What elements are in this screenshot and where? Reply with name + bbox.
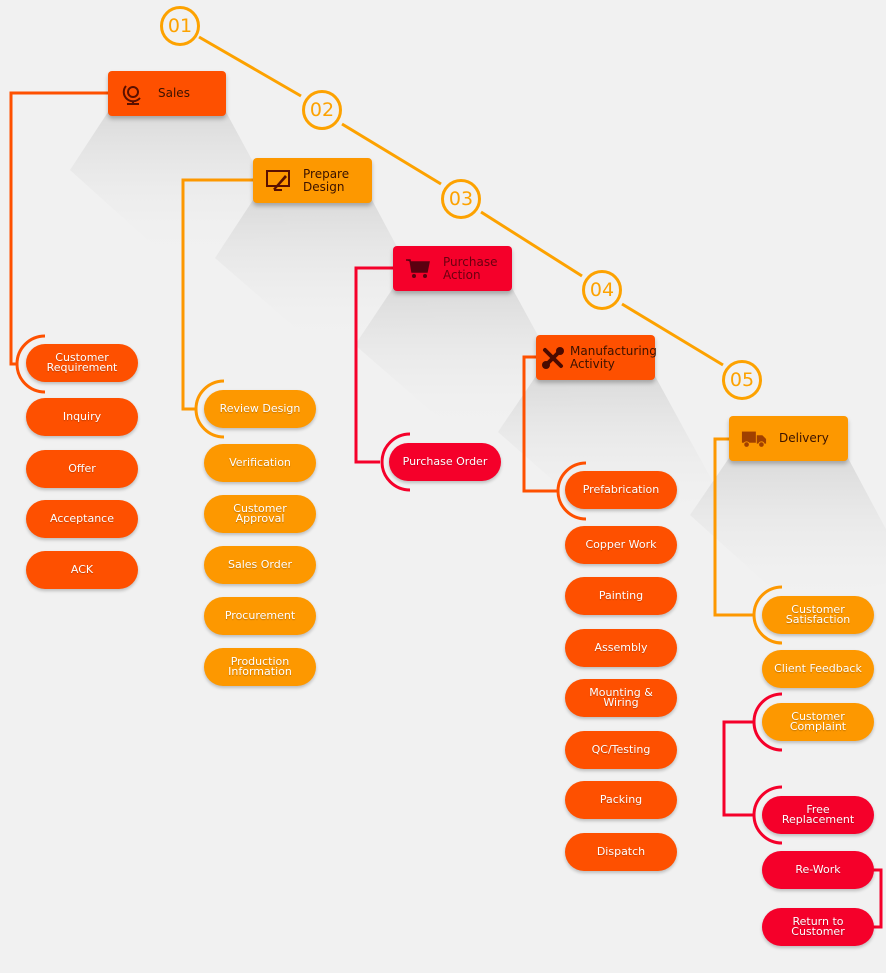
item-procurement[interactable]: Procurement [204,597,316,635]
item-customer-approval[interactable]: Customer Approval [204,495,316,533]
step-number-01: 01 [160,6,200,46]
item-packing[interactable]: Packing [565,781,677,819]
item-client-feedback[interactable]: Client Feedback [762,650,874,688]
step-title: Sales [158,86,190,100]
step-title: Prepare Design [303,166,350,194]
item-offer[interactable]: Offer [26,450,138,488]
item-free-replacement[interactable]: Free Replacement [762,796,874,834]
item-inquiry[interactable]: Inquiry [26,398,138,436]
item-assembly[interactable]: Assembly [565,629,677,667]
step-header-sales[interactable]: Sales [108,71,226,116]
step-number-02: 02 [302,90,342,130]
item-dispatch[interactable]: Dispatch [565,833,677,871]
step-header-prepare-design[interactable]: Prepare Design [253,158,372,203]
item-prefabrication[interactable]: Prefabrication [565,471,677,509]
item-painting[interactable]: Painting [565,577,677,615]
step-title: Purchase Action [443,254,498,282]
item-acceptance[interactable]: Acceptance [26,500,138,538]
item-ack[interactable]: ACK [26,551,138,589]
step-header-delivery[interactable]: Delivery [729,416,848,461]
item-verification[interactable]: Verification [204,444,316,482]
shopping-cart-icon [405,256,431,282]
header-shadows [70,112,886,605]
item-sales-order[interactable]: Sales Order [204,546,316,584]
step-number-05: 05 [722,360,762,400]
item-customer-satisfaction[interactable]: Customer Satisfaction [762,596,874,634]
monitor-pen-icon [265,168,291,194]
item-return-to-customer[interactable]: Return to Customer [762,908,874,946]
truck-icon [741,426,767,452]
item-customer-requirement[interactable]: Customer Requirement [26,344,138,382]
item-re-work[interactable]: Re-Work [762,851,874,889]
item-production-information[interactable]: Production Information [204,648,316,686]
step-title: Delivery [779,431,829,445]
item-review-design[interactable]: Review Design [204,390,316,428]
globe-icon [120,81,146,107]
item-customer-complaint[interactable]: Customer Complaint [762,703,874,741]
item-mounting-wiring[interactable]: Mounting & Wiring [565,679,677,717]
step-title: Manufacturing Activity [570,343,657,371]
step-header-manufacturing-activity[interactable]: Manufacturing Activity [536,335,657,380]
tools-icon [540,345,566,371]
step-number-04: 04 [582,270,622,310]
connector-layer [9,35,886,929]
item-qc-testing[interactable]: QC/Testing [565,731,677,769]
item-copper-work[interactable]: Copper Work [565,526,677,564]
step-header-purchase-action[interactable]: Purchase Action [393,246,512,291]
step-number-03: 03 [441,179,481,219]
item-purchase-order[interactable]: Purchase Order [389,443,501,481]
